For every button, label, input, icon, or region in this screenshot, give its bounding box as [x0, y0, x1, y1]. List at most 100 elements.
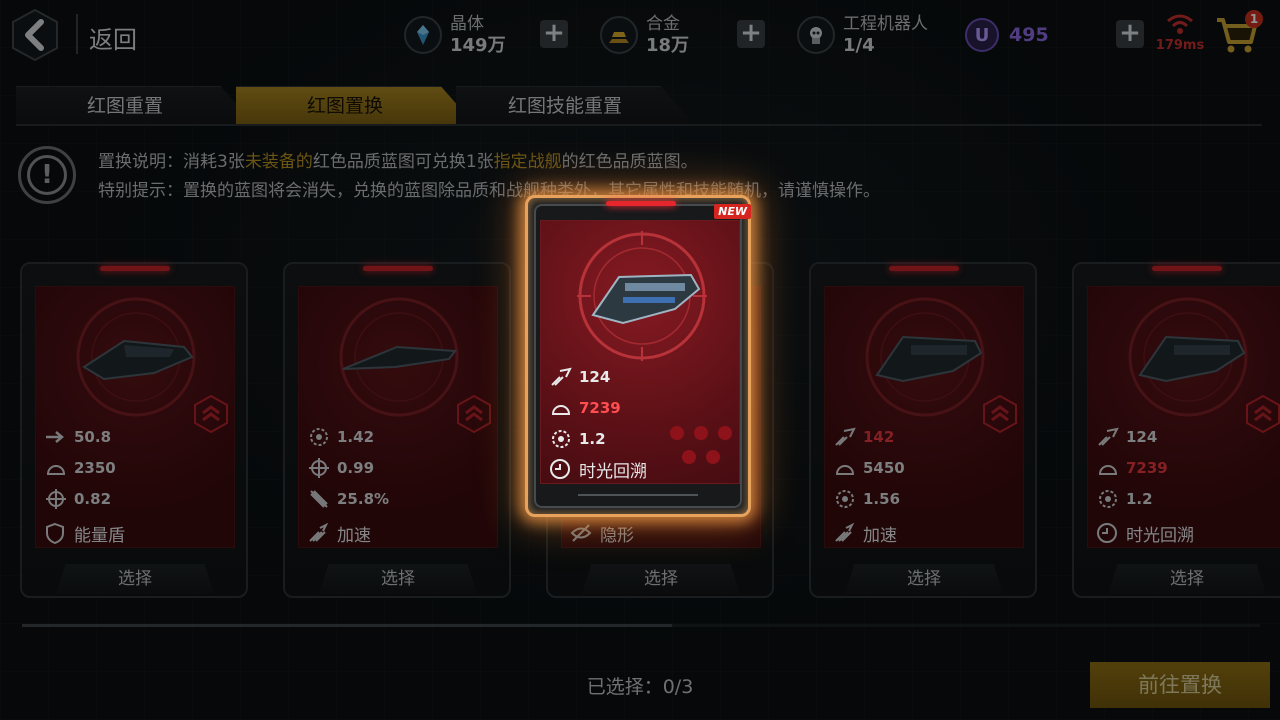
card-skill: 时光回溯 [549, 457, 647, 482]
resource-name: 合金 [646, 14, 680, 34]
u-currency: U 495 [965, 18, 1049, 52]
info-text: 红色品质蓝图可兑换1张 [312, 152, 494, 172]
cart-badge: 1 [1245, 10, 1263, 28]
blueprint-card[interactable]: 124 7239 1.2 时光回溯 选择 [1072, 262, 1280, 598]
time-skill-icon [1096, 522, 1120, 546]
card-skill: 时光回溯 [1096, 521, 1194, 546]
armor-icon [44, 458, 68, 478]
warning-icon: ! [18, 146, 76, 204]
select-button[interactable]: 选择 [582, 564, 740, 594]
new-badge: NEW [714, 204, 751, 219]
stat-value: 0.82 [74, 490, 112, 508]
boost-skill-icon [307, 522, 331, 546]
card-top-glow [100, 266, 170, 271]
ping-value: 179ms [1155, 38, 1205, 53]
stat-value: 7239 [579, 399, 621, 417]
stat-value: 25.8% [337, 490, 390, 508]
tab-red-exchange[interactable]: 红图置换 [236, 86, 474, 124]
resource-name: 工程机器人 [843, 14, 928, 34]
stat-value: 50.8 [74, 428, 112, 446]
card-top-glow [363, 266, 433, 271]
stat-value: 2350 [74, 459, 116, 477]
back-button[interactable] [10, 8, 60, 62]
selected-count: 已选择：0/3 [586, 676, 694, 698]
warship-icon [591, 273, 701, 325]
wifi-icon [1167, 14, 1193, 34]
armor-icon [549, 398, 573, 418]
card-top-glow [889, 266, 959, 271]
card-skill: 加速 [307, 521, 371, 546]
crosshair-icon [44, 489, 68, 509]
rank-badge-icon [983, 395, 1017, 433]
stat-value: 124 [579, 368, 611, 386]
card-top-glow [606, 201, 676, 206]
blueprint-card[interactable]: 142 5450 1.56 加速 选择 [809, 262, 1037, 598]
stat-value: 0.99 [337, 459, 375, 477]
card-stat: 2350 [44, 458, 116, 478]
u-currency-value: 495 [1009, 24, 1049, 46]
stat-value: 1.2 [1126, 490, 1153, 508]
blueprint-card[interactable]: 50.8 2350 0.82 能量盾 选择 [20, 262, 248, 598]
tab-underline [16, 124, 1262, 126]
shield-skill-icon [44, 522, 68, 546]
scrollbar-thumb[interactable] [22, 624, 672, 627]
skill-label: 加速 [863, 526, 897, 546]
network-status: 179ms [1152, 12, 1208, 53]
warship-icon [82, 339, 194, 381]
stat-value: 142 [863, 428, 895, 446]
divider [76, 14, 78, 54]
info-text: 的红色品质蓝图。 [561, 152, 698, 172]
new-blueprint-card[interactable]: NEW 124 7239 1.2 时光回溯 [525, 195, 751, 517]
add-alloy-button[interactable]: + [737, 20, 765, 48]
crystal-icon [404, 16, 442, 54]
rank-badge-icon [194, 395, 228, 433]
card-skill: 隐形 [570, 521, 634, 546]
add-crystal-button[interactable]: + [540, 20, 568, 48]
blueprint-card[interactable]: 1.42 0.99 25.8% 加速 选择 [283, 262, 511, 598]
card-panel: 124 7239 1.2 时光回溯 [540, 220, 740, 484]
rank-badge-icon [457, 395, 491, 433]
resource-value: 18万 [646, 35, 690, 56]
card-stat: 1.2 [549, 429, 606, 449]
card-panel: 1.42 0.99 25.8% 加速 [298, 286, 498, 548]
card-stat: 25.8% [307, 489, 389, 509]
select-button[interactable]: 选择 [845, 564, 1003, 594]
time-skill-icon [549, 458, 573, 482]
skill-label: 时光回溯 [579, 462, 647, 482]
speed-arrow-icon [44, 427, 68, 447]
warship-icon [342, 345, 457, 370]
stat-value: 1.2 [579, 430, 606, 448]
horizontal-scrollbar[interactable] [22, 624, 1260, 627]
tab-red-skill-reset[interactable]: 红图技能重置 [456, 86, 694, 124]
hex-pattern [670, 426, 732, 464]
card-skill: 加速 [833, 521, 897, 546]
tab-bar: 红图重置 红图置换 红图技能重置 [16, 86, 1262, 126]
card-stat: 1.56 [833, 489, 900, 509]
card-base [578, 494, 698, 504]
alloy-icon [600, 16, 638, 54]
resource-value: 1/4 [843, 35, 875, 56]
tab-red-reset[interactable]: 红图重置 [16, 86, 254, 124]
rank-badge-icon [1246, 395, 1280, 433]
select-button[interactable]: 选择 [1108, 564, 1266, 594]
stat-value: 1.42 [337, 428, 375, 446]
card-panel: 50.8 2350 0.82 能量盾 [35, 286, 235, 548]
select-button[interactable]: 选择 [56, 564, 214, 594]
resource-crystal: 晶体 149万 [404, 10, 506, 60]
info-highlight: 指定战舰 [493, 152, 562, 172]
skill-label: 时光回溯 [1126, 526, 1194, 546]
card-stat: 124 [1096, 427, 1157, 447]
robot-icon [797, 16, 835, 54]
shop-cart-button[interactable]: 1 [1213, 10, 1263, 60]
card-stat: 1.2 [1096, 489, 1153, 509]
stat-value: 124 [1126, 428, 1158, 446]
info-highlight: 未装备的 [244, 152, 313, 172]
card-top-glow [1152, 266, 1222, 271]
add-u-currency-button[interactable]: + [1116, 20, 1144, 48]
card-stat: 50.8 [44, 427, 111, 447]
select-button[interactable]: 选择 [319, 564, 477, 594]
top-bar: 返回 晶体 149万 + 合金 18万 + 工程机器人 1/4 U 495 + … [0, 0, 1280, 70]
warship-icon [1138, 335, 1246, 383]
card-stat: 0.82 [44, 489, 111, 509]
go-exchange-button[interactable]: 前往置换 [1090, 662, 1270, 708]
